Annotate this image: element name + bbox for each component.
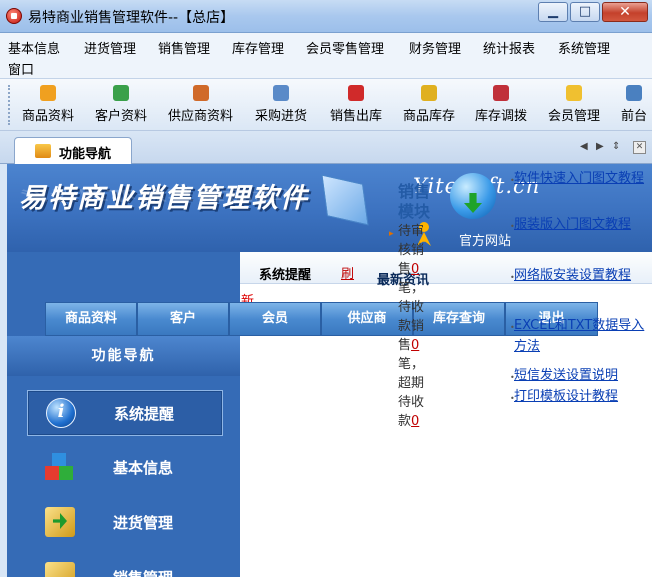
tab-function-navigation[interactable]: 功能导航 (14, 137, 132, 164)
refresh-link[interactable]: 刷 (341, 263, 354, 282)
sidebar-item-sales[interactable]: 销售管理 (27, 555, 223, 577)
toolbar-product-button[interactable]: 商品资料 (22, 83, 74, 129)
menu-member-retail[interactable]: 会员零售管理 (306, 38, 384, 57)
sidebar-item-basic-info[interactable]: 基本信息 (27, 445, 223, 491)
minimize-icon: ▁ (548, 4, 558, 19)
maximize-button[interactable]: □ (570, 2, 600, 22)
nav-button-customer[interactable]: 客户 (137, 302, 229, 336)
window-controls: ▁ □ ✕ (538, 2, 648, 22)
menu-purchase[interactable]: 进货管理 (84, 38, 136, 57)
toolbar-label: 会员管理 (548, 109, 601, 124)
nav-button-member[interactable]: 会员 (229, 302, 321, 336)
menu-inventory[interactable]: 库存管理 (232, 38, 284, 57)
toolbar-pos-button[interactable]: 前台 (621, 83, 647, 129)
menu-window[interactable]: 窗口 (8, 59, 34, 78)
cubes-icon (45, 452, 75, 482)
info-panel: 系统提醒 刷 最新资讯 新... (240, 252, 652, 577)
navigation-icon (35, 144, 51, 158)
sales-icon (45, 562, 75, 577)
menu-sales[interactable]: 销售管理 (158, 38, 210, 57)
sidebar-title: 功能导航 (7, 336, 240, 376)
banner-title-reflection: 易特商业销售管理软件 (19, 187, 309, 203)
link-sms-settings[interactable]: 短信发送设置说明 (514, 365, 652, 386)
info-icon (46, 398, 76, 428)
toolbar-label: 销售出库 (330, 109, 383, 124)
overdue-payment-count[interactable]: 0 (411, 414, 419, 429)
toolbar-label: 商品资料 (22, 109, 75, 124)
sidebar-item-system-reminder[interactable]: 系统提醒 (27, 390, 223, 436)
toolbar-label: 前台 (621, 109, 648, 124)
link-apparel-tutorial[interactable]: 服装版入门图文教程 (514, 214, 652, 235)
minimize-button[interactable]: ▁ (538, 2, 568, 22)
sidebar-item-label: 基本信息 (113, 459, 174, 477)
download-globe-icon (450, 173, 496, 219)
menu-finance[interactable]: 财务管理 (409, 38, 461, 57)
sidebar-item-label: 销售管理 (113, 567, 173, 577)
pending-payment-count[interactable]: 0 (411, 338, 419, 353)
menu-system[interactable]: 系统管理 (558, 38, 610, 57)
toolbar-label: 供应商资料 (168, 109, 234, 124)
nav-button-product[interactable]: 商品资料 (45, 302, 137, 336)
tab-label: 功能导航 (59, 147, 112, 162)
close-icon: ✕ (619, 4, 631, 20)
sales-module-icon (314, 174, 372, 226)
toolbar-transfer-button[interactable]: 库存调拨 (475, 83, 527, 129)
tab-list-icon[interactable]: ⇕ (612, 141, 620, 152)
transfer-icon (493, 85, 509, 101)
sales-module-title-line1: 销售 (398, 182, 431, 201)
toolbar: 商品资料 客户资料 供应商资料 采购进货 销售出库 商品库存 库存调拨 会员管理… (0, 79, 652, 131)
purchase-icon (273, 85, 289, 101)
sales-out-icon (348, 85, 364, 101)
app-logo-icon (6, 8, 22, 24)
pending-sales-text: 待审核销售0笔，待收款销售0笔，超期待收款0 (398, 222, 428, 431)
inventory-icon (421, 85, 437, 101)
tab-system-reminder[interactable]: 系统提醒 (259, 264, 311, 283)
toolbar-member-button[interactable]: 会员管理 (548, 83, 600, 129)
sales-module-title: 销售 模块 (398, 182, 430, 222)
close-button[interactable]: ✕ (602, 2, 648, 22)
sales-module-title-line2: 模块 (398, 202, 431, 221)
member-icon (566, 85, 582, 101)
title-bar: 易特商业销售管理软件--【总店】 ▁ □ ✕ (0, 0, 652, 33)
toolbar-label: 商品库存 (403, 109, 456, 124)
toolbar-purchase-button[interactable]: 采购进货 (255, 83, 307, 129)
menu-bar: 基本信息 进货管理 销售管理 库存管理 会员零售管理 财务管理 统计报表 系统管… (0, 33, 652, 79)
sidebar-item-label: 系统提醒 (114, 405, 175, 423)
tab-scroll-right-icon[interactable]: ▶ (596, 141, 604, 152)
toolbar-label: 客户资料 (95, 109, 148, 124)
official-site-link[interactable]: 官方网站 (459, 230, 511, 249)
toolbar-label: 采购进货 (255, 109, 308, 124)
supplier-icon (192, 85, 209, 101)
todo-bullet-icon: ▸ (389, 229, 394, 239)
toolbar-supplier-button[interactable]: 供应商资料 (168, 83, 233, 129)
tab-strip: 功能导航 ◀ ▶ ⇕ ✕ (0, 131, 652, 164)
purchase-icon (45, 507, 75, 537)
window-title: 易特商业销售管理软件--【总店】 (28, 10, 235, 26)
customer-icon (113, 85, 129, 101)
pos-icon (626, 85, 642, 101)
link-quick-start[interactable]: 软件快速入门图文教程 (514, 168, 652, 189)
link-print-template[interactable]: 打印模板设计教程 (514, 386, 652, 407)
sidebar-item-purchase[interactable]: 进货管理 (27, 500, 223, 546)
pending-review-count[interactable]: 0 (411, 262, 419, 277)
product-icon (40, 85, 56, 101)
menu-basic-info[interactable]: 基本信息 (8, 38, 60, 57)
sidebar-item-label: 进货管理 (113, 514, 174, 532)
link-data-import[interactable]: EXCEL和TXT数据导入方法 (514, 315, 652, 357)
tab-close-icon[interactable]: ✕ (633, 141, 646, 154)
menu-reports[interactable]: 统计报表 (483, 38, 535, 57)
tab-scroll-left-icon[interactable]: ◀ (580, 141, 588, 152)
toolbar-inventory-button[interactable]: 商品库存 (403, 83, 455, 129)
toolbar-label: 库存调拨 (475, 109, 528, 124)
toolbar-sales-out-button[interactable]: 销售出库 (330, 83, 382, 129)
maximize-icon: □ (578, 4, 592, 19)
toolbar-grip[interactable] (8, 85, 11, 125)
toolbar-customer-button[interactable]: 客户资料 (95, 83, 147, 129)
link-network-install[interactable]: 网络版安装设置教程 (514, 265, 652, 286)
